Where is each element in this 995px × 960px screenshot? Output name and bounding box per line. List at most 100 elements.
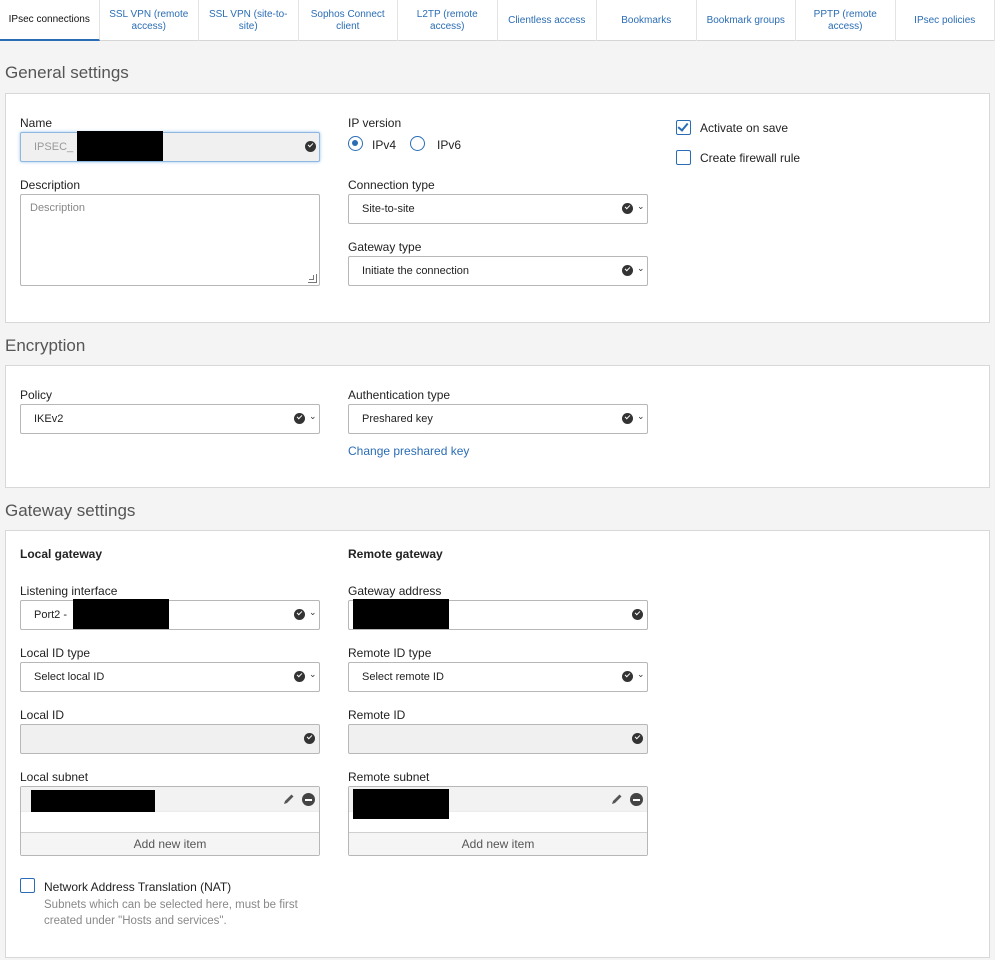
- remote-id-type-label: Remote ID type: [348, 646, 432, 660]
- tab-bookmark-groups[interactable]: Bookmark groups: [697, 0, 796, 41]
- remote-id-type-value: Select remote ID: [362, 671, 444, 683]
- create-firewall-rule-label: Create firewall rule: [700, 151, 801, 165]
- chevron-down-icon: ⌄: [637, 669, 645, 679]
- local-id-label: Local ID: [20, 708, 65, 722]
- redacted-block: [73, 599, 169, 629]
- list-item: [349, 787, 647, 819]
- auth-type-value: Preshared key: [362, 413, 433, 425]
- remote-id-input[interactable]: [348, 724, 648, 754]
- nat-label: Network Address Translation (NAT): [44, 880, 232, 894]
- chevron-down-icon: ⌄: [637, 201, 645, 211]
- connection-type-select[interactable]: Site-to-site ⌄: [348, 194, 648, 224]
- gateway-type-label: Gateway type: [348, 240, 422, 254]
- valid-check-icon: [622, 265, 633, 276]
- chevron-down-icon: ⌄: [309, 607, 317, 617]
- policy-value: IKEv2: [34, 413, 64, 425]
- create-firewall-rule-checkbox[interactable]: [676, 150, 691, 165]
- valid-check-icon: [622, 413, 633, 424]
- gateway-address-label: Gateway address: [348, 584, 442, 598]
- local-id-type-select[interactable]: Select local ID ⌄: [20, 662, 320, 692]
- local-subnet-list: Add new item: [20, 786, 320, 856]
- auth-type-label: Authentication type: [348, 388, 451, 402]
- pencil-icon[interactable]: [283, 793, 295, 805]
- remote-subnet-list: Add new item: [348, 786, 648, 856]
- auth-type-select[interactable]: Preshared key ⌄: [348, 404, 648, 434]
- redacted-block: [353, 789, 449, 819]
- remove-icon[interactable]: [302, 793, 315, 806]
- pencil-icon[interactable]: [611, 793, 623, 805]
- ip-version-label: IP version: [348, 116, 402, 130]
- tab-bar: IPsec connections SSL VPN (remote access…: [0, 0, 995, 41]
- valid-check-icon: [305, 141, 316, 152]
- chevron-down-icon: ⌄: [309, 669, 317, 679]
- name-input[interactable]: IPSEC_: [20, 131, 320, 162]
- chevron-down-icon: ⌄: [637, 263, 645, 273]
- name-label: Name: [20, 116, 53, 130]
- general-settings-title: General settings: [5, 63, 129, 82]
- local-subnet-label: Local subnet: [20, 770, 89, 784]
- local-id-type-value: Select local ID: [34, 671, 105, 683]
- general-settings-panel: Name IPSEC_ Description Description IP v…: [5, 93, 990, 323]
- ipv4-radio[interactable]: [348, 136, 363, 151]
- activate-on-save-label: Activate on save: [700, 121, 789, 135]
- description-label: Description: [20, 178, 81, 192]
- tab-bookmarks[interactable]: Bookmarks: [597, 0, 697, 41]
- gateway-address-input[interactable]: [348, 599, 648, 630]
- chevron-down-icon: ⌄: [309, 411, 317, 421]
- valid-check-icon: [622, 671, 633, 682]
- listening-interface-value: Port2 -: [34, 609, 68, 621]
- valid-check-icon: [294, 671, 305, 682]
- listening-interface-label: Listening interface: [20, 584, 118, 598]
- remote-id-type-select[interactable]: Select remote ID ⌄: [348, 662, 648, 692]
- tab-pptp-remote-access[interactable]: PPTP (remote access): [796, 0, 896, 41]
- local-id-type-label: Local ID type: [20, 646, 91, 660]
- gateway-type-value: Initiate the connection: [362, 265, 470, 277]
- list-item: [21, 787, 319, 812]
- policy-label: Policy: [20, 388, 53, 402]
- policy-select[interactable]: IKEv2 ⌄: [20, 404, 320, 434]
- tab-l2tp-remote-access[interactable]: L2TP (remote access): [398, 0, 498, 41]
- description-placeholder: Description: [30, 202, 86, 214]
- add-new-item-button[interactable]: Add new item: [21, 832, 319, 855]
- chevron-down-icon: ⌄: [637, 411, 645, 421]
- name-value: IPSEC_: [34, 141, 74, 153]
- encryption-title: Encryption: [5, 336, 86, 355]
- valid-check-icon: [622, 203, 633, 214]
- ipv6-radio-label: IPv6: [437, 138, 462, 152]
- tab-ipsec-policies[interactable]: IPsec policies: [896, 0, 995, 41]
- change-preshared-key-link[interactable]: Change preshared key: [348, 444, 469, 458]
- encryption-panel: Policy IKEv2 ⌄ Authentication type Presh…: [5, 365, 990, 488]
- redacted-block: [31, 790, 155, 812]
- connection-type-label: Connection type: [348, 178, 435, 192]
- remote-subnet-label: Remote subnet: [348, 770, 430, 784]
- valid-check-icon: [632, 609, 643, 620]
- remote-id-label: Remote ID: [348, 708, 406, 722]
- local-id-input[interactable]: [20, 724, 320, 754]
- valid-check-icon: [632, 733, 643, 744]
- ipv6-radio[interactable]: [410, 136, 425, 151]
- tab-sophos-connect-client[interactable]: Sophos Connect client: [299, 0, 398, 41]
- description-textarea[interactable]: Description: [20, 194, 320, 286]
- redacted-block: [77, 131, 163, 161]
- connection-type-value: Site-to-site: [362, 203, 415, 215]
- add-new-item-button[interactable]: Add new item: [349, 832, 647, 855]
- redacted-block: [353, 599, 449, 629]
- resize-handle-icon[interactable]: [308, 274, 317, 283]
- nat-checkbox[interactable]: [20, 878, 35, 893]
- ipv4-radio-label: IPv4: [372, 138, 397, 152]
- valid-check-icon: [304, 733, 315, 744]
- gateway-settings-title: Gateway settings: [5, 501, 136, 520]
- valid-check-icon: [294, 413, 305, 424]
- listening-interface-select[interactable]: Port2 - ⌄: [20, 599, 320, 630]
- tab-ssl-vpn-remote-access[interactable]: SSL VPN (remote access): [100, 0, 199, 41]
- valid-check-icon: [294, 609, 305, 620]
- tab-ipsec-connections[interactable]: IPsec connections: [0, 0, 100, 41]
- activate-on-save-checkbox[interactable]: [676, 120, 691, 135]
- remote-gateway-heading: Remote gateway: [348, 547, 443, 561]
- tab-clientless-access[interactable]: Clientless access: [498, 0, 597, 41]
- gateway-settings-panel: Local gateway Remote gateway Listening i…: [5, 530, 990, 958]
- nat-hint: Subnets which can be selected here, must…: [44, 899, 298, 927]
- gateway-type-select[interactable]: Initiate the connection ⌄: [348, 256, 648, 286]
- tab-ssl-vpn-site-to-site[interactable]: SSL VPN (site-to-site): [199, 0, 299, 41]
- remove-icon[interactable]: [630, 793, 643, 806]
